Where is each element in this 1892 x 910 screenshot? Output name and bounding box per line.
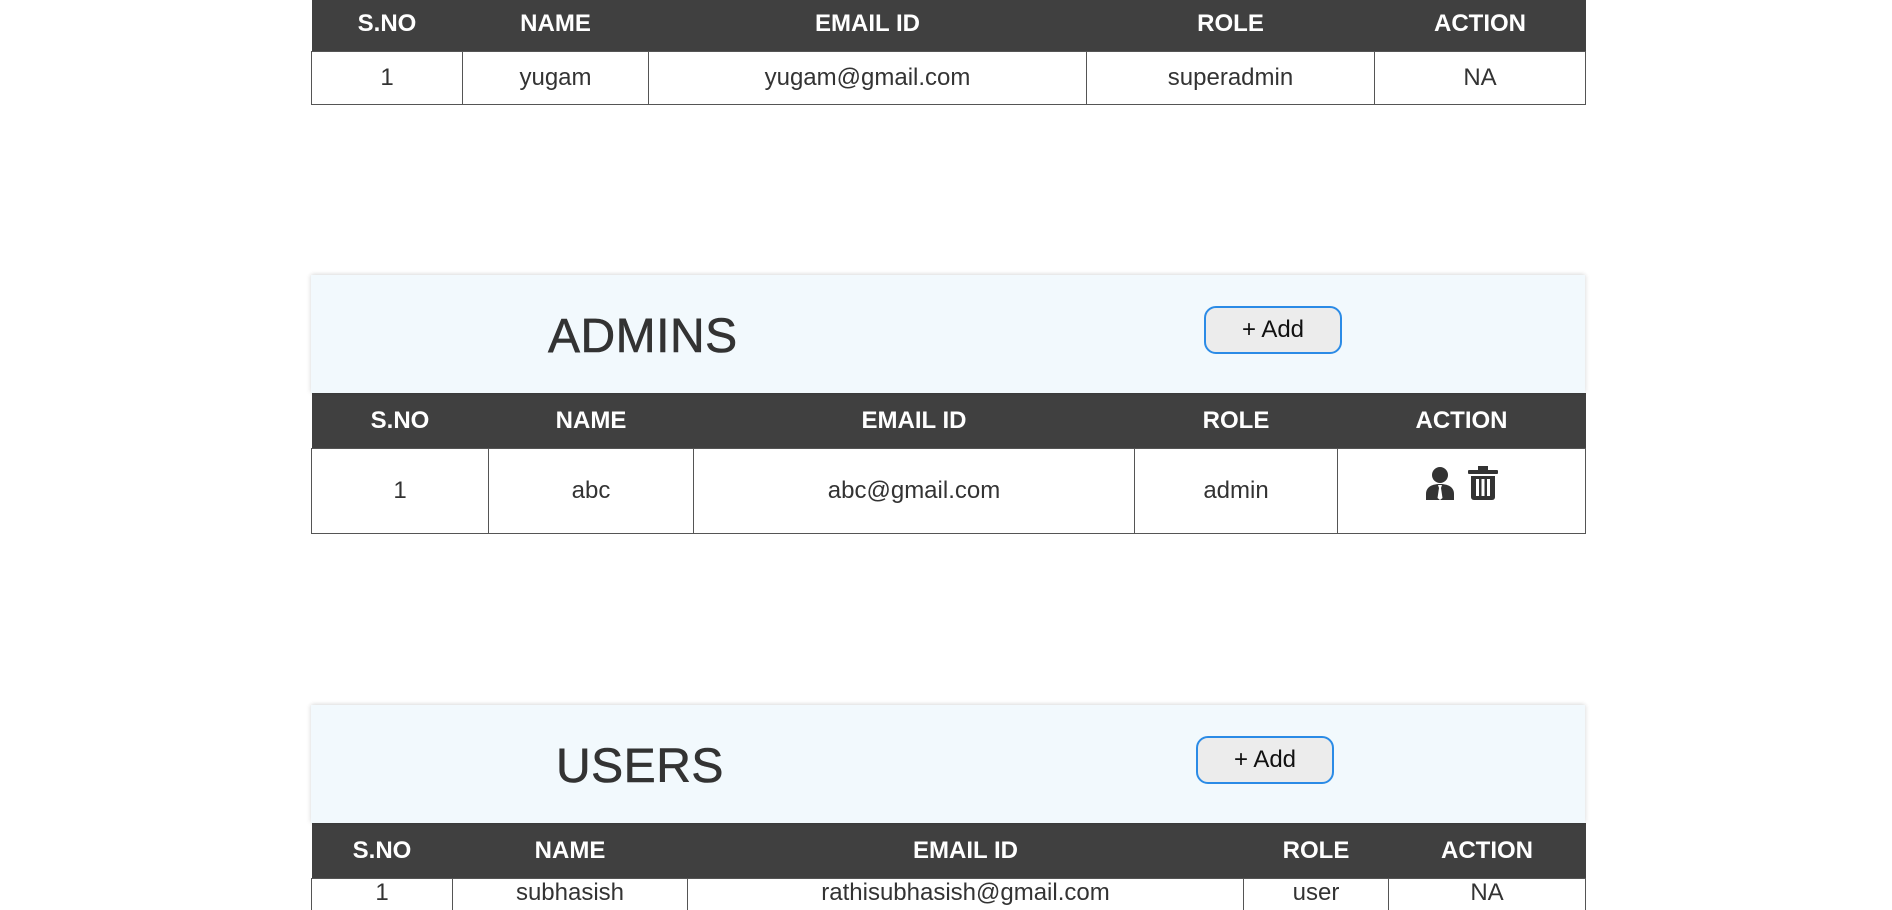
cell-action: NA <box>1374 51 1586 105</box>
cell-sno: 1 <box>311 878 453 910</box>
users-section: USERS + Add S.NO NAME EMAIL ID ROLE ACTI… <box>311 705 1586 910</box>
col-role-header: ROLE <box>1134 393 1338 449</box>
cell-email: yugam@gmail.com <box>648 51 1087 105</box>
superadmin-section: S.NO NAME EMAIL ID ROLE ACTION 1 yugam y… <box>311 0 1586 105</box>
users-header: USERS + Add <box>311 705 1585 823</box>
col-action-header: ACTION <box>1374 0 1586 52</box>
table-header-row: S.NO NAME EMAIL ID ROLE ACTION <box>311 393 1586 449</box>
col-email-header: EMAIL ID <box>648 0 1087 52</box>
table-row: 1 yugam yugam@gmail.com superadmin NA <box>311 51 1586 105</box>
cell-email: rathisubhasish@gmail.com <box>687 878 1244 910</box>
col-email-header: EMAIL ID <box>687 823 1244 879</box>
col-email-header: EMAIL ID <box>693 393 1135 449</box>
table-row: 1 abc abc@gmail.com admin <box>311 448 1586 534</box>
table-header-row: S.NO NAME EMAIL ID ROLE ACTION <box>311 0 1586 52</box>
admins-title: ADMINS <box>548 310 738 364</box>
col-action-header: ACTION <box>1337 393 1586 449</box>
cell-email: abc@gmail.com <box>693 448 1135 534</box>
col-sno-header: S.NO <box>311 823 453 879</box>
superadmin-table: S.NO NAME EMAIL ID ROLE ACTION 1 yugam y… <box>311 0 1586 105</box>
col-sno-header: S.NO <box>311 393 489 449</box>
table-header-row: S.NO NAME EMAIL ID ROLE ACTION <box>311 823 1586 879</box>
cell-action <box>1337 448 1586 534</box>
col-name-header: NAME <box>462 0 649 52</box>
cell-sno: 1 <box>311 448 489 534</box>
col-sno-header: S.NO <box>311 0 463 52</box>
trash-icon[interactable] <box>1467 465 1498 507</box>
cell-role: user <box>1243 878 1389 910</box>
col-action-header: ACTION <box>1388 823 1586 879</box>
cell-role: superadmin <box>1086 51 1375 105</box>
cell-name: subhasish <box>452 878 688 910</box>
col-role-header: ROLE <box>1086 0 1375 52</box>
admins-table: S.NO NAME EMAIL ID ROLE ACTION 1 abc abc… <box>311 393 1586 534</box>
table-row: 1 subhasish rathisubhasish@gmail.com use… <box>311 878 1586 910</box>
col-name-header: NAME <box>452 823 688 879</box>
add-admin-button[interactable]: + Add <box>1204 306 1342 354</box>
users-table: S.NO NAME EMAIL ID ROLE ACTION 1 subhasi… <box>311 823 1586 910</box>
admins-header: ADMINS + Add <box>311 275 1585 393</box>
cell-name: abc <box>488 448 694 534</box>
cell-action: NA <box>1388 878 1586 910</box>
col-role-header: ROLE <box>1243 823 1389 879</box>
cell-sno: 1 <box>311 51 463 105</box>
cell-name: yugam <box>462 51 649 105</box>
col-name-header: NAME <box>488 393 694 449</box>
cell-role: admin <box>1134 448 1338 534</box>
users-title: USERS <box>556 740 724 794</box>
user-manage-icon[interactable] <box>1425 466 1455 507</box>
add-user-button[interactable]: + Add <box>1196 736 1334 784</box>
admins-section: ADMINS + Add S.NO NAME EMAIL ID ROLE ACT… <box>311 275 1586 534</box>
page: S.NO NAME EMAIL ID ROLE ACTION 1 yugam y… <box>0 0 1892 910</box>
